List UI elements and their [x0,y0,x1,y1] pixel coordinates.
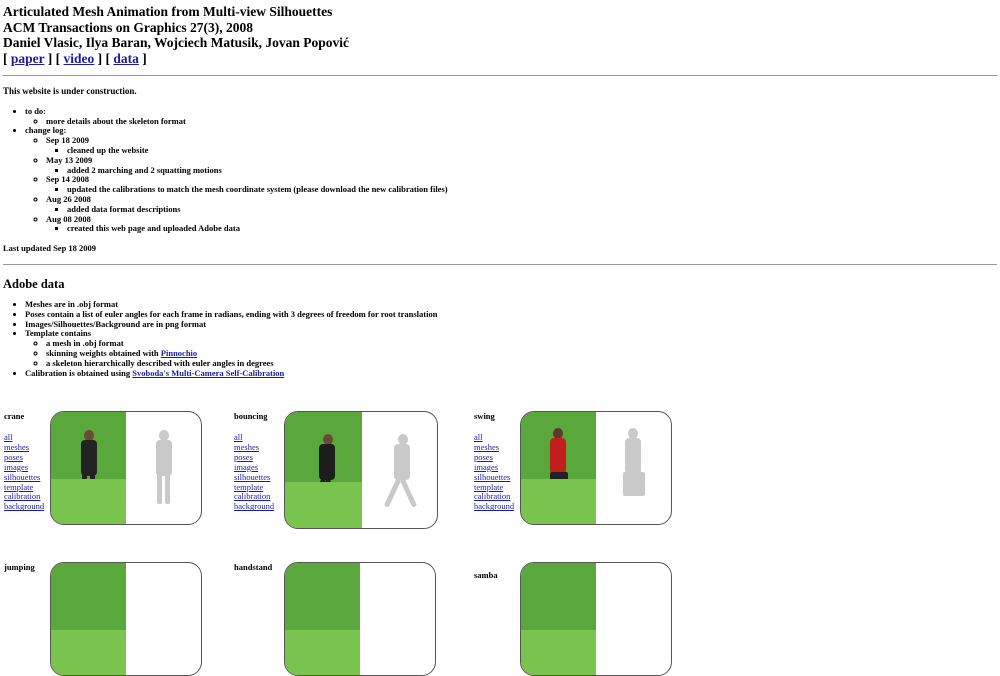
mesh-render [596,412,671,524]
dataset-samba: samba [474,562,714,676]
adobe-info-list: Meshes are in .obj format Poses contain … [3,299,997,379]
dataset-thumbnail[interactable] [50,562,202,676]
changelog-date: May 13 2009 added 2 marching and 2 squat… [46,155,997,176]
video-frame [51,412,126,524]
calibration-link[interactable]: Svoboda's Multi-Camera Self-Calibration [132,368,284,378]
paper-link[interactable]: paper [11,51,45,66]
last-updated: Last updated Sep 18 2009 [3,243,97,254]
todo-label: to do: [25,105,47,116]
changelog-text: added data format descriptions [67,204,997,215]
video-frame [51,563,126,675]
header: Articulated Mesh Animation from Multi-vi… [3,0,997,66]
pinnochio-link[interactable]: Pinnochio [161,348,197,358]
changelog-date: Sep 14 2008 updated the calibrations to … [46,174,997,195]
video-frame [521,563,596,675]
changelog-label: change log: [25,125,67,136]
construction-notice: This website is under construction. [3,86,137,96]
dataset-thumbnail[interactable] [284,562,436,676]
link-background[interactable]: background [474,501,514,512]
authors: Daniel Vlasic, Ilya Baran, Wojciech Matu… [3,35,350,50]
todo-entry: more details about the skeleton format [46,116,997,127]
changelog-text: added 2 marching and 2 squatting motions [67,165,997,176]
mesh-render [362,412,437,528]
dataset-thumbnail[interactable] [284,411,438,529]
changelog-text: updated the calibrations to match the me… [67,184,997,195]
link-background[interactable]: background [234,501,274,512]
info-images: Images/Silhouettes/Background are in png… [25,319,997,330]
dataset-links: all meshes poses images silhouettes temp… [4,432,44,512]
video-frame [285,412,362,528]
paper-title: Articulated Mesh Animation from Multi-vi… [3,4,333,19]
dataset-thumbnail[interactable] [520,411,672,525]
mesh-render [126,412,201,524]
dataset-links: all meshes poses images silhouettes temp… [234,432,274,512]
status-list: to do: more details about the skeleton f… [3,105,997,235]
changelog-item: change log: Sep 18 2009 cleaned up the w… [25,125,997,235]
dataset-swing: swing all meshes poses images silhouette… [474,411,714,525]
venue: ACM Transactions on Graphics 27(3), 2008 [3,19,254,35]
dataset-thumbnail[interactable] [50,411,202,525]
video-frame [285,563,360,675]
dataset-thumbnail[interactable] [520,562,672,676]
page: Articulated Mesh Animation from Multi-vi… [3,0,997,378]
info-template: Template contains a mesh in .obj format … [25,328,997,368]
changelog-date: Aug 26 2008 added data format descriptio… [46,194,997,215]
todo-item: to do: more details about the skeleton f… [25,105,997,127]
dataset-links: all meshes poses images silhouettes temp… [474,432,514,512]
info-calibration: Calibration is obtained using Svoboda's … [25,368,997,379]
video-frame [521,412,596,524]
video-link[interactable]: video [64,51,95,66]
section-heading: Adobe data [3,276,65,291]
changelog-date: Aug 08 2008 created this web page and up… [46,214,997,235]
link-background[interactable]: background [4,501,44,512]
dataset-bouncing: bouncing all meshes poses images silhoue… [234,411,474,529]
dataset-crane: crane all meshes poses images silhouette… [4,411,244,525]
changelog-text: cleaned up the website [67,145,997,156]
dataset-jumping: jumping [4,562,244,676]
changelog-text: created this web page and uploaded Adobe… [67,224,997,234]
header-links: [ paper ] [ video ] [ data ] [3,50,147,66]
data-link[interactable]: data [113,51,139,66]
dataset-handstand: handstand [234,562,474,676]
changelog-date: Sep 18 2009 cleaned up the website [46,135,997,156]
